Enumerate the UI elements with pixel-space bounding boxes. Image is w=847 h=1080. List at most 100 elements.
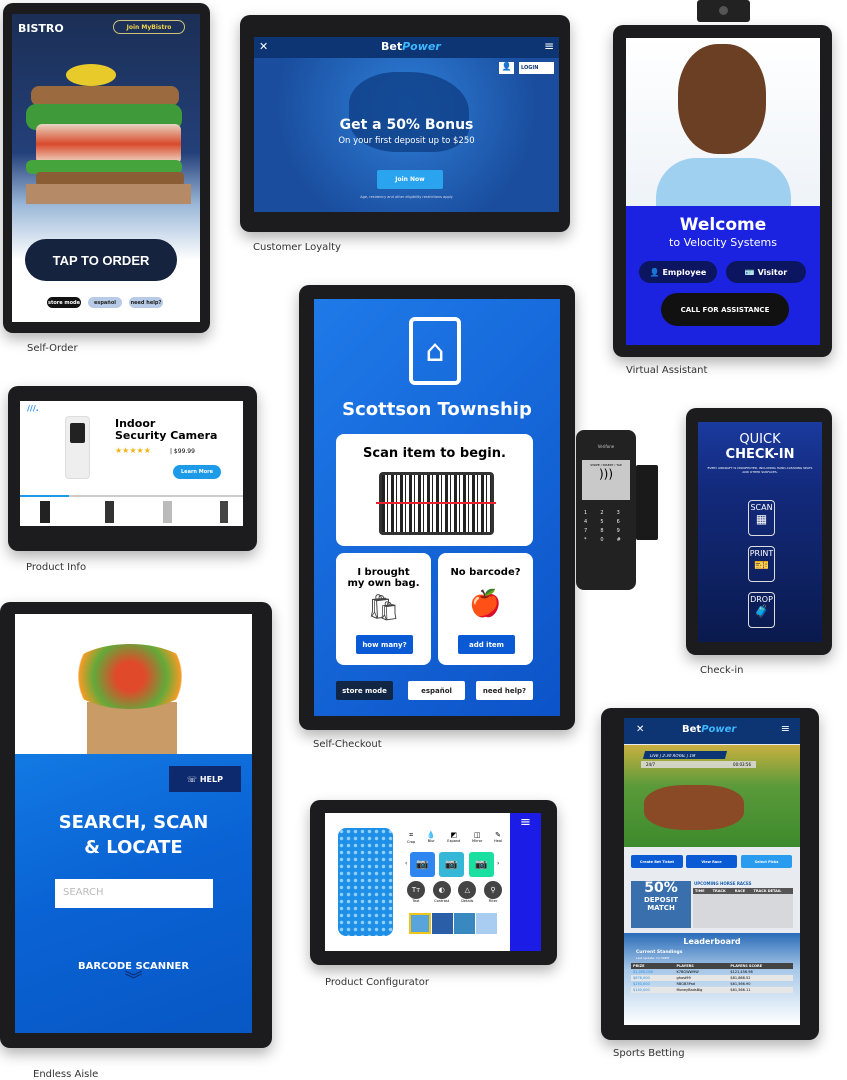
pattern-swatch[interactable] — [454, 913, 475, 934]
edit-tools: ⌗ Crop 💧 Blur ◩ Expand ◫ Mirror ✎ Heal — [407, 831, 502, 844]
ticket-icon: 🎫 — [754, 558, 769, 572]
self-order-kiosk: BISTRO Join MyBistro TAP TO ORDER store … — [3, 3, 210, 333]
reader-display: SWIPE / INSERT / TAP))) — [582, 460, 630, 500]
sandwich-image — [26, 64, 191, 214]
close-icon[interactable]: ✕ — [636, 724, 644, 735]
join-now-button[interactable]: Join Now — [377, 170, 443, 189]
product-thumb-camera[interactable] — [40, 501, 50, 523]
endless-aisle-kiosk: ☏ HELP SEARCH, SCAN & LOCATE SEARCH BARCO… — [0, 602, 272, 1048]
contactless-icon: ))) — [598, 467, 614, 481]
endless-aisle-caption: Endless Aisle — [33, 1069, 99, 1080]
product-configurator-kiosk: ⌗ Crop 💧 Blur ◩ Expand ◫ Mirror ✎ Heal ‹ 📷 📷 … — [310, 800, 557, 965]
product-thumb-doorbell-silver[interactable] — [163, 501, 172, 523]
tool-label: Heal — [494, 839, 502, 843]
filter-effect[interactable]: ⚲ Filter — [483, 881, 502, 903]
drop-option[interactable]: DROP 🧳 — [748, 592, 775, 628]
effect-label: Details — [461, 899, 474, 903]
store-mode-button[interactable]: store mode — [336, 681, 393, 700]
key[interactable]: 6 — [617, 519, 630, 525]
betpower-logo: BetPower — [381, 40, 441, 53]
race-timer: 00:03:56 — [733, 762, 751, 767]
help-label: HELP — [199, 774, 223, 784]
store-mode-button[interactable]: store mode — [47, 297, 81, 308]
need-help-button[interactable]: need help? — [129, 297, 163, 308]
text-effect[interactable]: Tт Text — [407, 881, 425, 903]
call-for-assistance-button[interactable]: CALL FOR ASSISTANCE — [661, 293, 789, 326]
menu-icon[interactable]: ≡ — [544, 39, 554, 53]
timer-banner: 24/7 00:03:56 — [641, 761, 756, 768]
key[interactable]: 7 — [584, 528, 597, 534]
need-help-button[interactable]: need help? — [476, 681, 533, 700]
join-mybistro-button[interactable]: Join MyBistro — [113, 20, 185, 34]
photo-tile-2[interactable]: 📷 — [439, 852, 464, 877]
contrast-effect[interactable]: ◐ Contrast — [432, 881, 451, 903]
photo-tile-3[interactable]: 📷 — [469, 852, 494, 877]
pattern-swatch[interactable] — [432, 913, 453, 934]
key[interactable]: 4 — [584, 519, 597, 525]
print-option[interactable]: PRINT 🎫 — [748, 546, 775, 582]
visitor-button[interactable]: 🪪 Visitor — [726, 261, 806, 283]
chevron-right-icon[interactable]: › — [497, 860, 499, 867]
self-checkout-screen: ⌂ Scottson Township Scan item to begin. … — [314, 299, 560, 716]
espanol-button[interactable]: español — [88, 297, 122, 308]
key[interactable]: * — [584, 537, 597, 543]
expand-tool[interactable]: ◩ Expand — [447, 831, 460, 844]
crop-tool[interactable]: ⌗ Crop — [407, 831, 415, 844]
product-thumb-doorbell[interactable] — [105, 501, 114, 523]
chevron-left-icon[interactable]: ‹ — [405, 860, 407, 867]
product-thumb-doorbell-pro[interactable] — [220, 501, 228, 523]
key[interactable]: 5 — [600, 519, 613, 525]
upcoming-races-title: UPCOMING HORSE RACES — [694, 881, 752, 886]
scan-option[interactable]: SCAN ▦ — [748, 500, 775, 536]
heal-tool[interactable]: ✎ Heal — [494, 831, 502, 844]
storefront-bag-icon: ⌂ — [409, 317, 461, 385]
key[interactable]: 2 — [600, 510, 613, 516]
user-icon[interactable]: 👤 — [499, 62, 514, 74]
key[interactable]: 1 — [584, 510, 597, 516]
pattern-swatch[interactable] — [476, 913, 497, 934]
no-barcode-card[interactable]: No barcode? 🍎 add item — [438, 553, 533, 665]
learn-more-button[interactable]: Learn More — [173, 465, 221, 479]
blur-tool[interactable]: 💧 Blur — [427, 831, 436, 844]
key[interactable]: # — [617, 537, 630, 543]
chevron-down-icon[interactable]: ︾ — [15, 972, 252, 990]
create-bet-ticket-button[interactable]: Create Bet Ticket — [631, 855, 683, 868]
key[interactable]: 9 — [617, 528, 630, 534]
effects: Tт Text ◐ Contrast △ Details ⚲ Filter — [407, 881, 502, 903]
photo-tile-1[interactable]: 📷 — [410, 852, 435, 877]
details-effect[interactable]: △ Details — [458, 881, 477, 903]
mirror-tool[interactable]: ◫ Mirror — [472, 831, 482, 844]
key[interactable]: 3 — [617, 510, 630, 516]
how-many-button[interactable]: how many? — [356, 635, 413, 654]
key[interactable]: 0 — [600, 537, 613, 543]
race-distance: 1M — [688, 753, 697, 758]
menu-icon[interactable]: ≡ — [510, 813, 541, 951]
select-picks-button[interactable]: Select Picks — [741, 855, 792, 868]
deposit-match-promo[interactable]: 50% DEPOSIT MATCH — [631, 881, 691, 928]
search-input[interactable]: SEARCH — [55, 879, 213, 908]
pattern-swatch-selected[interactable] — [409, 913, 431, 934]
security-camera-image — [65, 416, 90, 479]
help-button[interactable]: ☏ HELP — [169, 766, 241, 792]
menu-icon[interactable]: ≡ — [781, 722, 790, 735]
standings-title: Current Standings — [636, 950, 683, 955]
check-in-screen: QUICK CHECK-IN EVERY AIRCRAFT IS DISINFE… — [698, 422, 822, 642]
espanol-button[interactable]: español — [408, 681, 465, 700]
player: MoneyBadsBig — [676, 988, 703, 992]
employee-button[interactable]: 👤 Employee — [639, 261, 717, 283]
tap-to-order-button[interactable]: TAP TO ORDER — [25, 239, 177, 281]
camera-module — [697, 0, 750, 22]
bonus-subtitle: On your first deposit up to $250 — [338, 136, 475, 146]
login-button[interactable]: LOGIN — [519, 62, 554, 74]
keypad[interactable]: 123 456 789 * 0 # — [584, 510, 630, 543]
close-icon[interactable]: ✕ — [259, 40, 268, 53]
bag-title-line1: I brought — [357, 567, 410, 578]
column-header: RACE — [734, 889, 746, 893]
own-bag-card[interactable]: I brought my own bag. 🛍 how many? — [336, 553, 431, 665]
brand-logo-icon: ///. — [27, 404, 39, 413]
add-item-button[interactable]: add item — [458, 635, 515, 654]
view-race-button[interactable]: View Race — [686, 855, 737, 868]
key[interactable]: 8 — [600, 528, 613, 534]
assistant-photo — [626, 38, 820, 206]
live-tag: LIVE — [649, 753, 660, 758]
